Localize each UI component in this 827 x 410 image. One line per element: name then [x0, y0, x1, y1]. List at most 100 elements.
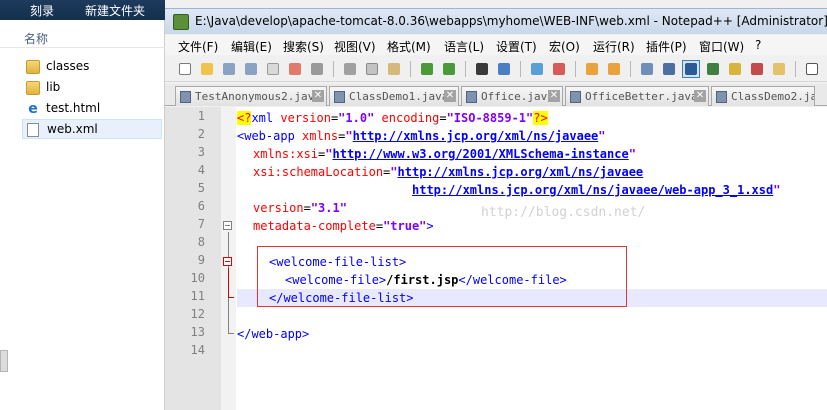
tab-label: TestAnonymous2.java [195, 90, 321, 103]
zoom-in-button[interactable] [528, 60, 546, 78]
redo-icon [443, 63, 455, 75]
toolbar [165, 56, 827, 82]
close-icon[interactable]: ✕ [548, 90, 560, 102]
menu-bar: 文件(F) 编辑(E) 搜索(S) 视图(V) 格式(M) 语言(L) 设置(T… [165, 35, 827, 55]
explorer-item-web-xml[interactable]: web.xml [22, 119, 162, 139]
menu-view[interactable]: 视图(V) [334, 38, 376, 55]
xml-url[interactable]: http://xmlns.jcp.org/xml/ns/javaee [353, 129, 599, 143]
paste-icon [388, 63, 400, 75]
tab-scroll-right-button[interactable] [815, 86, 827, 105]
xml-tag: xml [251, 111, 274, 125]
open-file-button[interactable] [198, 60, 216, 78]
function-list-button[interactable] [748, 60, 766, 78]
xml-attribute: version [273, 111, 331, 125]
menu-plugins[interactable]: 插件(P) [646, 38, 687, 55]
tab-officebetter[interactable]: OfficeBetter.java ✕ [565, 86, 709, 106]
line-number: 9 [197, 253, 205, 267]
line-number: 7 [197, 217, 205, 231]
sync-horizontal-button[interactable] [605, 60, 623, 78]
tab-classdemo2[interactable]: ClassDemo2.java [711, 86, 815, 106]
close-all-button[interactable] [286, 60, 304, 78]
xml-url[interactable]: http://xmlns.jcp.org/xml/ns/javaee/web-a… [412, 183, 773, 197]
close-icon[interactable]: ✕ [444, 90, 456, 102]
user-language-button[interactable] [704, 60, 722, 78]
file-tab-icon [180, 91, 191, 103]
explorer-item-classes[interactable]: classes [22, 57, 162, 77]
xml-value: "ISO-8859-1" [446, 111, 534, 125]
explorer-scrollbar[interactable] [0, 350, 8, 372]
menu-run[interactable]: 运行(R) [593, 38, 635, 55]
xml-attribute: xmlns:xsi [253, 147, 319, 161]
new-file-button[interactable] [176, 60, 194, 78]
menu-macro[interactable]: 宏(O) [549, 38, 580, 55]
word-wrap-button[interactable] [638, 60, 656, 78]
cut-icon [344, 63, 356, 75]
code-line-1: <?xml version="1.0" encoding="ISO-8859-1… [237, 109, 548, 127]
sync-vertical-button[interactable] [583, 60, 601, 78]
close-button[interactable] [264, 60, 282, 78]
code-editor[interactable]: 1 2 3 4 5 6 7 8 9 10 11 12 13 14 <?xml v… [165, 107, 827, 410]
tab-office[interactable]: Office.java ✕ [461, 86, 563, 106]
folder-as-workspace-button[interactable] [770, 60, 788, 78]
zoom-out-icon [553, 63, 565, 75]
paste-button[interactable] [385, 60, 403, 78]
indent-guide-button[interactable] [682, 60, 700, 78]
save-all-button[interactable] [242, 60, 260, 78]
xml-equals: = [375, 219, 384, 233]
menu-edit[interactable]: 编辑(E) [231, 38, 272, 55]
xml-attribute: encoding [374, 111, 440, 125]
record-macro-button[interactable] [803, 60, 821, 78]
pilcrow-icon [663, 63, 675, 75]
doc-map-button[interactable] [726, 60, 744, 78]
explorer-item-lib[interactable]: lib [22, 78, 162, 98]
replace-button[interactable] [495, 60, 513, 78]
title-bar[interactable]: E:\Java\develop\apache-tomcat-8.0.36\web… [165, 8, 827, 34]
folder-icon [26, 81, 40, 95]
tab-label: ClassDemo2.java [731, 90, 814, 103]
xml-quote: " [628, 147, 636, 161]
copy-button[interactable] [363, 60, 381, 78]
file-tab-icon [570, 91, 581, 103]
file-explorer-pane: 刻录 新建文件夹 名称 classes lib e test.html web.… [0, 0, 165, 410]
tab-classdemo1[interactable]: ClassDemo1.java ✕ [329, 86, 459, 106]
line-number: 6 [197, 199, 205, 213]
explorer-item-test-html[interactable]: e test.html [22, 99, 162, 119]
save-icon [223, 63, 235, 75]
undo-button[interactable] [418, 60, 436, 78]
menu-file[interactable]: 文件(F) [178, 38, 218, 55]
xml-url[interactable]: http://xmlns.jcp.org/xml/ns/javaee [398, 165, 644, 179]
line-number: 12 [190, 307, 205, 321]
cut-button[interactable] [341, 60, 359, 78]
xml-equals: = [303, 201, 311, 215]
xml-quote: " [325, 147, 333, 161]
menu-help[interactable]: ? [755, 38, 761, 52]
sync-scroll-icon [586, 63, 598, 75]
fold-toggle-icon[interactable] [223, 257, 232, 266]
close-icon[interactable]: ✕ [312, 90, 324, 102]
close-icon[interactable]: ✕ [694, 90, 706, 102]
zoom-out-button[interactable] [550, 60, 568, 78]
toolbar-separator [520, 61, 521, 77]
show-all-chars-button[interactable] [660, 60, 678, 78]
new-folder-button[interactable]: 新建文件夹 [85, 2, 145, 19]
xml-quote: " [390, 165, 398, 179]
file-tab-icon [716, 91, 727, 103]
menu-language[interactable]: 语言(L) [444, 38, 484, 55]
name-column-header[interactable]: 名称 [0, 28, 165, 48]
xml-attribute: version [253, 201, 304, 215]
code-line-2: <web-app xmlns="http://xmlns.jcp.org/xml… [237, 127, 606, 145]
redo-button[interactable] [440, 60, 458, 78]
menu-search[interactable]: 搜索(S) [283, 38, 324, 55]
xml-value: "3.1" [310, 201, 347, 215]
xml-url[interactable]: http://www.w3.org/2001/XMLSchema-instanc… [333, 147, 629, 161]
tab-testanonymous2[interactable]: TestAnonymous2.java ✕ [175, 86, 327, 106]
menu-window[interactable]: 窗口(W) [699, 38, 744, 55]
menu-format[interactable]: 格式(M) [387, 38, 431, 55]
fold-toggle-icon[interactable] [223, 221, 232, 230]
close-all-icon [289, 63, 301, 75]
print-button[interactable] [308, 60, 326, 78]
save-button[interactable] [220, 60, 238, 78]
burn-button[interactable]: 刻录 [30, 2, 54, 19]
find-button[interactable] [473, 60, 491, 78]
menu-settings[interactable]: 设置(T) [496, 38, 537, 55]
